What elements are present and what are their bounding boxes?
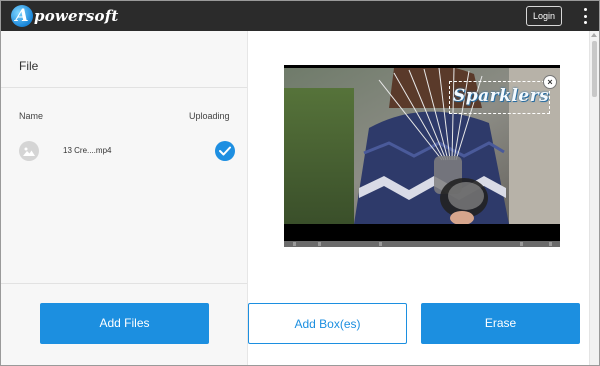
add-boxes-button[interactable]: Add Box(es)	[248, 303, 407, 344]
erase-button[interactable]: Erase	[421, 303, 580, 344]
vertical-dots-icon[interactable]	[581, 8, 589, 24]
app-window: A powersoft Login File Name Uploading 13…	[0, 0, 600, 366]
scroll-thumb[interactable]	[592, 41, 597, 97]
divider	[1, 87, 247, 88]
close-icon[interactable]: ×	[543, 75, 557, 89]
brand-logo[interactable]: A powersoft	[11, 3, 118, 29]
logo-mark-icon: A	[11, 5, 33, 27]
file-section-title: File	[19, 59, 39, 73]
divider	[1, 283, 247, 284]
top-bar: A powersoft Login	[1, 1, 599, 31]
add-files-button[interactable]: Add Files	[40, 303, 209, 344]
watermark-text: Sparklers	[453, 86, 550, 106]
column-header-uploading: Uploading	[189, 111, 230, 121]
file-name: 13 Cre....mp4	[63, 146, 112, 155]
scroll-up-arrow-icon[interactable]	[591, 33, 597, 37]
login-button[interactable]: Login	[526, 6, 562, 26]
brand-name: powersoft	[34, 7, 119, 25]
scrollbar[interactable]	[589, 31, 599, 365]
image-icon	[19, 141, 39, 161]
column-header-name: Name	[19, 111, 44, 121]
playback-controls[interactable]	[284, 241, 560, 247]
checkmark-icon	[215, 141, 235, 161]
